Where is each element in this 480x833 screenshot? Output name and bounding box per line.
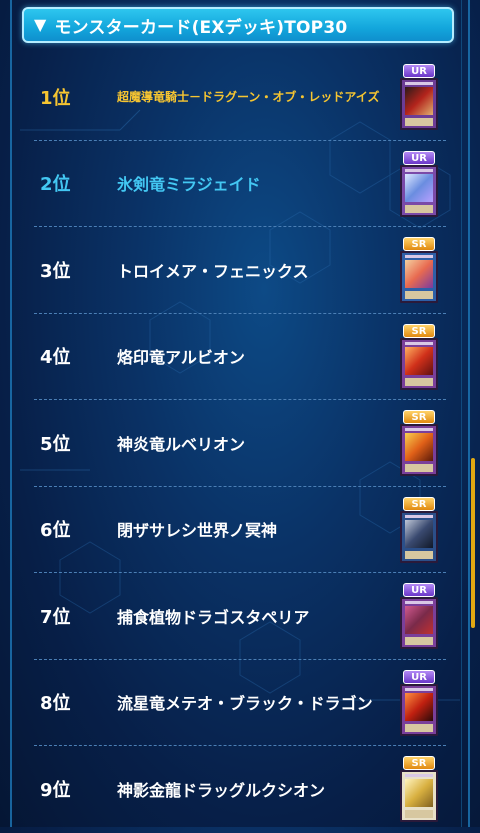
card-image	[400, 510, 438, 563]
section-header-toggle[interactable]: ▼ モンスターカード(EXデッキ)TOP30	[22, 7, 454, 43]
card-name: 氷剣竜ミラジェイド	[117, 175, 261, 195]
card-name: 烙印竜アルビオン	[117, 348, 245, 368]
rank-label: 5位	[40, 433, 71, 455]
card-image	[400, 597, 438, 649]
card-thumbnail[interactable]: UR	[400, 583, 438, 649]
rank-label: 1位	[40, 87, 71, 109]
rarity-badge: SR	[403, 323, 435, 338]
card-name: 流星竜メテオ・ブラック・ドラゴン	[117, 694, 373, 714]
rank-label: 9位	[40, 780, 71, 802]
scrollbar-thumb[interactable]	[471, 458, 475, 628]
rank-label: 6位	[40, 520, 71, 542]
ranking-row[interactable]: 6位 閉ザサレシ世界ノ冥神 SR	[34, 487, 446, 573]
card-name: トロイメア・フェニックス	[117, 261, 309, 281]
card-thumbnail[interactable]: SR	[400, 237, 438, 303]
card-name: 捕食植物ドラゴスタペリア	[117, 607, 310, 627]
card-image	[400, 424, 438, 476]
ranking-row[interactable]: 3位 トロイメア・フェニックス SR	[34, 227, 446, 314]
rarity-badge: UR	[403, 150, 435, 165]
ranking-row[interactable]: 7位 捕食植物ドラゴスタペリア UR	[34, 573, 446, 660]
rarity-badge: UR	[403, 669, 435, 684]
card-name: 閉ザサレシ世界ノ冥神	[117, 521, 278, 541]
ranking-row[interactable]: 4位 烙印竜アルビオン SR	[34, 314, 446, 400]
card-name: 神炎竜ルベリオン	[117, 434, 246, 454]
rank-label: 7位	[40, 606, 71, 628]
rarity-badge: UR	[403, 64, 435, 78]
card-thumbnail[interactable]: UR	[400, 64, 438, 130]
ranking-row[interactable]: 9位 神影金龍ドラッグルクシオン SR	[34, 746, 446, 833]
rank-label: 8位	[40, 693, 71, 715]
card-thumbnail[interactable]: SR	[400, 756, 438, 822]
rank-label: 3位	[40, 260, 71, 282]
frame-inner-line	[461, 0, 462, 827]
card-image	[400, 770, 438, 822]
ranking-row[interactable]: 2位 氷剣竜ミラジェイド UR	[34, 141, 446, 227]
rank-label: 4位	[40, 347, 71, 369]
rarity-badge: SR	[403, 410, 435, 424]
rarity-badge: UR	[403, 583, 435, 597]
rarity-badge: SR	[403, 496, 435, 511]
rarity-badge: SR	[403, 756, 435, 770]
ranking-row[interactable]: 1位 超魔導竜騎士－ドラグーン・オブ・レッドアイズ UR	[34, 54, 446, 141]
frame-left-border	[10, 0, 12, 827]
collapse-arrow-icon: ▼	[34, 15, 47, 34]
card-thumbnail[interactable]: SR	[400, 496, 438, 563]
card-name: 超魔導竜騎士－ドラグーン・オブ・レッドアイズ	[117, 90, 380, 105]
ranking-list: 1位 超魔導竜騎士－ドラグーン・オブ・レッドアイズ UR 2位 氷剣竜ミラジェイ…	[34, 54, 446, 833]
card-image	[400, 251, 438, 303]
card-thumbnail[interactable]: UR	[400, 669, 438, 736]
ranking-row[interactable]: 5位 神炎竜ルベリオン SR	[34, 400, 446, 487]
frame-right-border	[468, 0, 470, 827]
card-thumbnail[interactable]: SR	[400, 323, 438, 390]
card-image	[400, 164, 438, 217]
card-name: 神影金龍ドラッグルクシオン	[117, 781, 326, 801]
card-thumbnail[interactable]: SR	[400, 410, 438, 476]
card-image	[400, 683, 438, 736]
rarity-badge: SR	[403, 237, 435, 251]
card-image	[400, 337, 438, 390]
section-title: モンスターカード(EXデッキ)TOP30	[54, 17, 348, 38]
rank-label: 2位	[40, 174, 71, 196]
card-thumbnail[interactable]: UR	[400, 150, 438, 217]
card-image	[400, 78, 438, 130]
ranking-row[interactable]: 8位 流星竜メテオ・ブラック・ドラゴン UR	[34, 660, 446, 746]
